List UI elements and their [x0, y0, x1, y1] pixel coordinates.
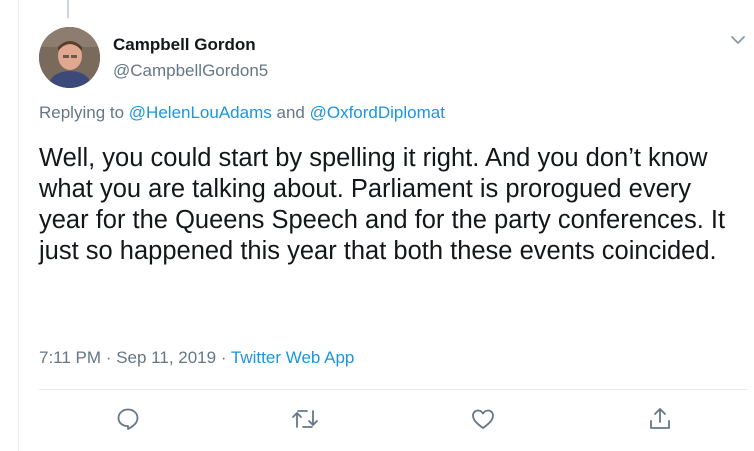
action-bar-divider [39, 389, 748, 390]
tweet-menu-chevron-down-icon[interactable] [728, 32, 748, 48]
meta-separator: · [105, 348, 112, 367]
reply-icon [117, 408, 139, 430]
retweet-button[interactable] [290, 404, 320, 434]
avatar[interactable] [39, 27, 100, 88]
tweet-time[interactable]: 7:11 PM [39, 348, 101, 367]
retweet-icon [292, 410, 318, 428]
meta-separator: · [220, 348, 227, 367]
replying-prefix: Replying to [39, 103, 125, 122]
share-button[interactable] [645, 404, 675, 434]
avatar-photo [39, 27, 100, 88]
tweet-meta: 7:11 PM · Sep 11, 2019 · Twitter Web App [39, 348, 354, 368]
replying-to: Replying to @HelenLouAdams and @OxfordDi… [39, 103, 445, 123]
like-icon [472, 409, 494, 429]
reply-mention-link[interactable]: @OxfordDiplomat [310, 103, 445, 122]
tweet-source-link[interactable]: Twitter Web App [231, 348, 354, 367]
reply-button[interactable] [113, 404, 143, 434]
share-icon [650, 408, 670, 429]
author-name[interactable]: Campbell Gordon [113, 35, 256, 55]
tweet-text: Well, you could start by spelling it rig… [39, 144, 726, 265]
tweet-date[interactable]: Sep 11, 2019 [116, 348, 216, 367]
timeline-border [18, 0, 19, 451]
like-button[interactable] [468, 404, 498, 434]
replying-conjunction: and [276, 103, 305, 122]
author-handle[interactable]: @CampbellGordon5 [113, 61, 268, 81]
reply-mention-link[interactable]: @HelenLouAdams [129, 103, 272, 122]
thread-connector-line [67, 0, 69, 18]
